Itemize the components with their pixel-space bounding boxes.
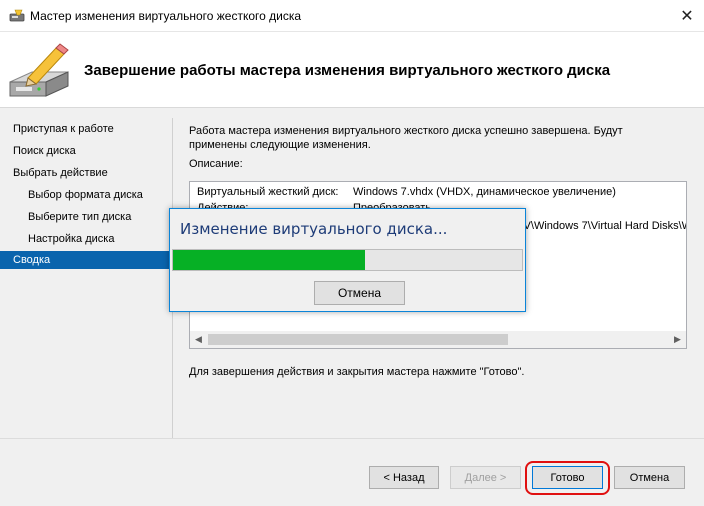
- progress-cancel-button[interactable]: Отмена: [314, 281, 405, 305]
- scrollbar-thumb[interactable]: [208, 334, 508, 345]
- horizontal-scrollbar[interactable]: ◀ ▶: [190, 331, 686, 348]
- description-label: Описание:: [189, 158, 243, 170]
- cancel-button[interactable]: Отмена: [614, 466, 685, 489]
- footer-divider: [0, 438, 704, 439]
- wizard-steps-sidebar: Приступая к работе Поиск диска Выбрать д…: [0, 108, 169, 438]
- progress-bar-fill: [173, 250, 365, 270]
- window-title: Мастер изменения виртуального жесткого д…: [30, 9, 302, 23]
- next-button: Далее >: [450, 466, 521, 489]
- title-bar: Мастер изменения виртуального жесткого д…: [0, 0, 704, 32]
- progress-title: Изменение виртуального диска...: [180, 220, 448, 238]
- close-icon[interactable]: ✕: [670, 0, 704, 31]
- scroll-right-icon[interactable]: ▶: [669, 331, 686, 348]
- sidebar-item-summary[interactable]: Сводка: [0, 251, 169, 269]
- finish-instruction: Для завершения действия и закрытия масте…: [189, 366, 525, 378]
- completion-intro-text: Работа мастера изменения виртуального же…: [189, 125, 623, 151]
- summary-value: Windows 7.vhdx (VHDX, динамическое увели…: [353, 186, 616, 198]
- hard-disk-icon: [9, 9, 25, 26]
- back-button[interactable]: < Назад: [369, 466, 439, 489]
- wizard-header: Завершение работы мастера изменения вирт…: [0, 32, 704, 108]
- finish-button[interactable]: Готово: [532, 466, 603, 489]
- summary-key: Виртуальный жесткий диск:: [197, 186, 339, 198]
- sidebar-item-choose-action[interactable]: Выбрать действие: [0, 164, 169, 182]
- sidebar-item-configure-disk[interactable]: Настройка диска: [0, 230, 169, 248]
- progress-dialog: Изменение виртуального диска... Отмена: [169, 208, 526, 312]
- sidebar-item-choose-type[interactable]: Выберите тип диска: [0, 208, 169, 226]
- disk-pencil-icon: [6, 42, 78, 103]
- sidebar-item-getting-started[interactable]: Приступая к работе: [0, 120, 169, 138]
- page-title: Завершение работы мастера изменения вирт…: [84, 62, 611, 79]
- sidebar-item-choose-format[interactable]: Выбор формата диска: [0, 186, 169, 204]
- scroll-left-icon[interactable]: ◀: [190, 331, 207, 348]
- sidebar-item-locate-disk[interactable]: Поиск диска: [0, 142, 169, 160]
- progress-bar: [172, 249, 523, 271]
